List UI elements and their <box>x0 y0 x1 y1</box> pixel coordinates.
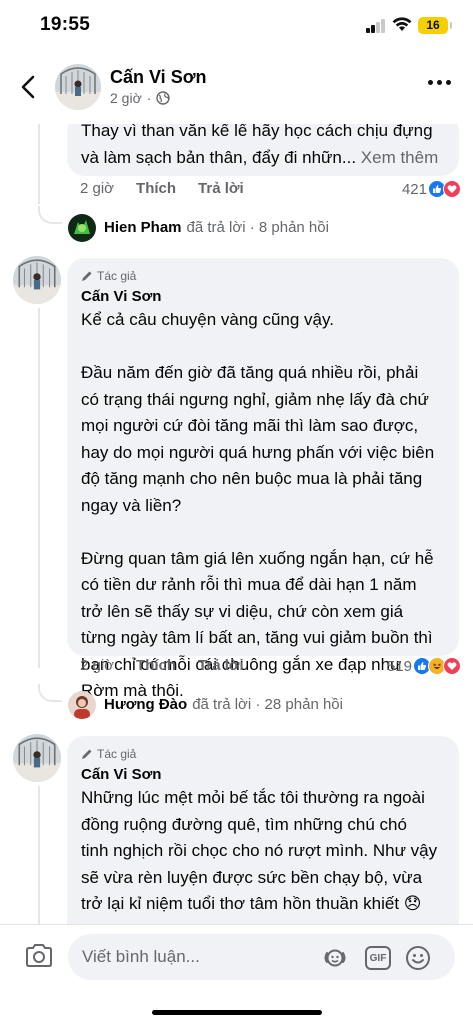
reply-count-text: đã trả lời · 8 phản hồi <box>186 219 329 236</box>
love-reaction-icon <box>443 180 461 198</box>
battery-indicator: 16 <box>418 17 452 34</box>
globe-icon <box>156 91 171 105</box>
post-header: Cấn Vi Sơn 2 giờ · <box>0 52 473 124</box>
reply-summary[interactable]: Hương Đào đã trả lời · 28 phản hồi <box>104 696 343 713</box>
comment-placeholder: Viết bình luận... <box>82 947 200 966</box>
author-badge: Tác giả <box>81 746 445 762</box>
comment-author[interactable]: Cấn Vi Sơn <box>81 765 445 785</box>
comment-actions: 2 giờ Thích Trả lời <box>80 657 266 674</box>
page-title[interactable]: Cấn Vi Sơn <box>110 67 207 88</box>
reply-author: Hương Đào <box>104 696 188 713</box>
comment-input[interactable]: Viết bình luận... GIF <box>68 934 455 980</box>
post-time: 2 giờ <box>110 90 142 106</box>
avatar[interactable] <box>13 734 61 782</box>
avatar[interactable] <box>55 64 101 110</box>
reply-summary[interactable]: Hien Pham đã trả lời · 8 phản hồi <box>104 219 329 236</box>
comment-composer: Viết bình luận... GIF <box>0 924 473 1024</box>
reply-button[interactable]: Trả lời <box>198 180 244 197</box>
reply-count-text: đã trả lời · 28 phản hồi <box>192 696 343 713</box>
thread-connector <box>38 206 62 224</box>
wifi-icon <box>392 17 412 31</box>
comment-bubble[interactable]: Tác giả Cấn Vi Sơn Kể cả câu chuyện vàng… <box>67 258 459 700</box>
avatar[interactable] <box>13 256 61 304</box>
reaction-count: 421 <box>401 180 427 198</box>
thread-line <box>38 308 40 668</box>
reaction-summary[interactable]: 519 <box>387 657 461 675</box>
reaction-count: 519 <box>386 657 412 675</box>
chevron-left-icon <box>21 75 35 99</box>
author-badge: Tác giả <box>81 268 445 284</box>
thread-line <box>38 124 40 204</box>
comment-bubble[interactable]: Tác giả Cấn Vi Sơn Những lúc mệt mỏi bế … <box>67 736 459 924</box>
love-reaction-icon <box>443 657 461 675</box>
like-button[interactable]: Thích <box>136 657 176 674</box>
pencil-icon <box>82 271 92 281</box>
comment-time: 2 giờ <box>80 657 115 674</box>
comment-time: 2 giờ <box>80 180 115 197</box>
comment-text: Những lúc mệt mỏi bế tắc tôi thường ra n… <box>81 788 438 913</box>
reply-button[interactable]: Trả lời <box>198 657 244 674</box>
avatar-sticker-icon[interactable] <box>322 945 348 971</box>
status-bar: 19:55 16 <box>0 0 473 52</box>
home-indicator <box>152 1010 322 1015</box>
author-badge-label: Tác giả <box>97 269 137 283</box>
emoji-icon[interactable] <box>405 945 431 971</box>
reaction-summary[interactable]: 421 <box>402 180 461 198</box>
thread-line <box>38 786 40 924</box>
comment-actions: 2 giờ Thích Trả lời <box>80 180 266 197</box>
pencil-icon <box>82 749 92 759</box>
camera-icon[interactable] <box>24 943 54 971</box>
comment-bubble[interactable]: Thay vì than văn kể lể hãy học cách chịu… <box>67 124 459 176</box>
avatar[interactable] <box>68 214 96 242</box>
reply-author: Hien Pham <box>104 219 182 236</box>
more-options-icon[interactable] <box>428 80 451 85</box>
author-badge-label: Tác giả <box>97 747 137 761</box>
see-more-link[interactable]: Xem thêm <box>361 148 438 167</box>
back-button[interactable] <box>14 72 42 102</box>
thread-connector <box>38 684 62 702</box>
post-meta: 2 giờ · <box>110 90 171 106</box>
status-time: 19:55 <box>40 14 91 35</box>
signal-icon <box>366 19 386 33</box>
comment-author[interactable]: Cấn Vi Sơn <box>81 287 445 307</box>
like-button[interactable]: Thích <box>136 180 176 197</box>
comment-text: Kể cả câu chuyện vàng cũng vậy. Đầu năm … <box>81 310 435 700</box>
avatar[interactable] <box>68 691 96 719</box>
gif-icon[interactable]: GIF <box>365 946 391 970</box>
comments-list: Thay vì than văn kể lể hãy học cách chịu… <box>0 124 473 924</box>
